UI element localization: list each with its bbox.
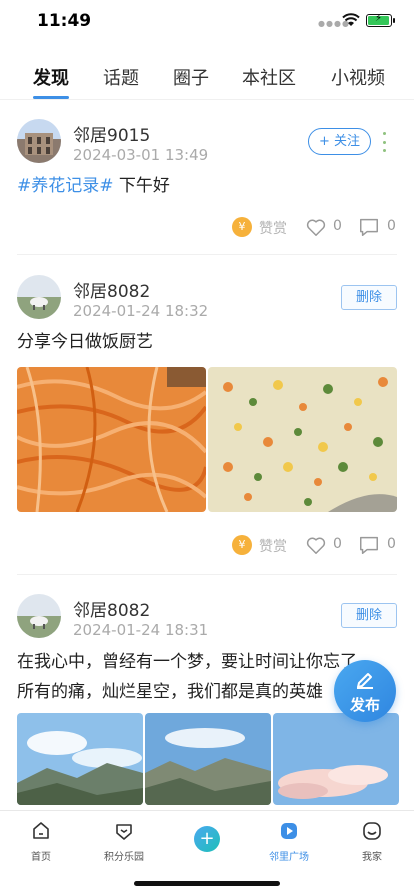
delete-button[interactable]: 删除 xyxy=(341,603,397,628)
home-indicator xyxy=(134,881,280,886)
tab-community[interactable]: 本社区 xyxy=(242,64,296,90)
coin-icon[interactable]: ¥ xyxy=(232,535,252,555)
post-photo[interactable] xyxy=(208,367,397,512)
heart-icon[interactable] xyxy=(305,216,327,238)
comment-icon[interactable] xyxy=(358,534,380,556)
post-time: 2024-01-24 18:31 xyxy=(73,621,209,639)
square-icon xyxy=(281,823,297,839)
post-text: 分享今日做饭厨艺 xyxy=(17,332,153,352)
post-photo[interactable] xyxy=(145,713,271,805)
publish-label: 发布 xyxy=(349,696,380,714)
post-time: 2024-01-24 18:32 xyxy=(73,302,209,320)
divider xyxy=(17,254,397,255)
tab-indicator xyxy=(33,96,69,99)
tabbar-label: 首页 xyxy=(31,852,51,863)
post-actions: ¥ 赞赏 0 0 xyxy=(0,215,414,241)
username[interactable]: 邻居8082 xyxy=(73,277,150,302)
wifi-icon xyxy=(342,13,360,26)
tabbar-item-profile[interactable]: 我家 xyxy=(332,821,412,863)
divider xyxy=(17,574,397,575)
follow-button[interactable]: + 关注 xyxy=(308,128,371,155)
coin-icon[interactable]: ¥ xyxy=(232,217,252,237)
tabbar-label: 我家 xyxy=(362,852,382,863)
delete-button[interactable]: 删除 xyxy=(341,285,397,310)
post-time: 2024-03-01 13:49 xyxy=(73,146,209,164)
like-count: 0 xyxy=(333,536,342,552)
comment-count: 0 xyxy=(387,218,396,234)
hashtag-link[interactable]: #养花记录# xyxy=(17,176,114,196)
more-options-icon[interactable] xyxy=(381,132,387,152)
tab-short-video[interactable]: 小视频 xyxy=(331,64,385,90)
pen-icon xyxy=(357,673,373,689)
plus-icon[interactable]: + xyxy=(194,826,220,852)
tabbar-label: 积分乐园 xyxy=(104,852,144,863)
avatar[interactable] xyxy=(17,119,61,163)
heart-icon[interactable] xyxy=(305,534,327,556)
like-count: 0 xyxy=(333,218,342,234)
tabbar-item-home[interactable]: 首页 xyxy=(1,821,81,863)
tabbar-item-square[interactable]: 邻里广场 xyxy=(249,821,329,863)
publish-button[interactable]: 发布 xyxy=(334,660,396,722)
tab-discover[interactable]: 发现 xyxy=(33,64,69,90)
post-photo[interactable] xyxy=(17,367,206,512)
tab-topics[interactable]: 话题 xyxy=(103,64,139,90)
post-text-body: 下午好 xyxy=(113,176,170,196)
avatar[interactable] xyxy=(17,275,61,319)
post-actions: ¥ 赞赏 0 0 xyxy=(0,533,414,559)
home-icon xyxy=(33,822,49,839)
battery-icon: ⚡ xyxy=(366,13,395,27)
comment-count: 0 xyxy=(387,536,396,552)
reward-button[interactable]: 赞赏 xyxy=(259,536,287,556)
points-icon xyxy=(116,824,132,840)
status-bar: 11:49 ●●●● ⚡ xyxy=(0,0,414,44)
profile-icon xyxy=(363,822,381,840)
tabbar-label: 邻里广场 xyxy=(269,852,309,863)
tabbar-item-points[interactable]: 积分乐园 xyxy=(84,821,164,863)
comment-icon[interactable] xyxy=(358,216,380,238)
tab-circles[interactable]: 圈子 xyxy=(173,64,209,90)
avatar[interactable] xyxy=(17,594,61,638)
post-text: #养花记录# 下午好 xyxy=(17,171,399,201)
post-photo[interactable] xyxy=(17,713,143,805)
status-time: 11:49 xyxy=(37,11,92,31)
post-photo[interactable] xyxy=(273,713,399,805)
top-tabs: 发现 话题 圈子 本社区 小视频 xyxy=(0,56,414,100)
username[interactable]: 邻居9015 xyxy=(73,121,150,146)
reward-button[interactable]: 赞赏 xyxy=(259,218,287,238)
username[interactable]: 邻居8082 xyxy=(73,596,150,621)
